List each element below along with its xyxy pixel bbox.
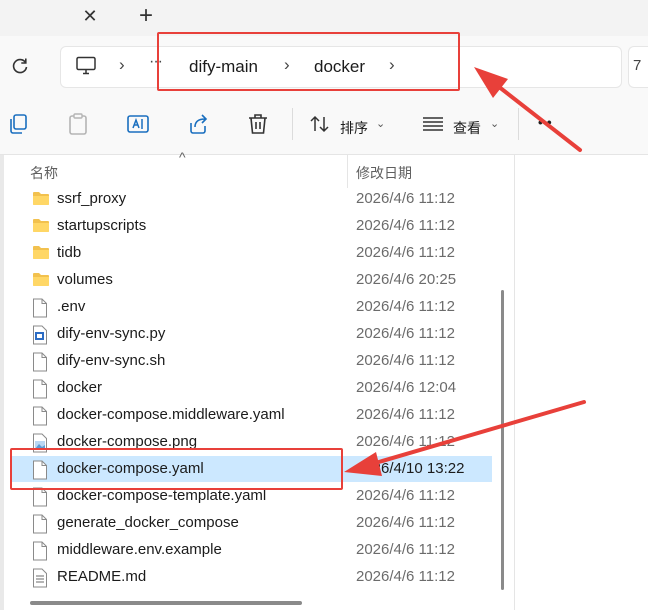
folder-icon: [32, 244, 50, 263]
file-modified-date: 2026/4/6 11:12: [356, 244, 455, 261]
file-icon: [32, 352, 50, 372]
file-modified-date: 2026/4/6 11:12: [356, 217, 455, 234]
search-box[interactable]: 7: [628, 46, 648, 88]
text-file-icon: [32, 568, 50, 588]
view-button[interactable]: 查看 ⌄: [418, 106, 504, 142]
view-list-icon: [423, 117, 443, 131]
file-modified-date: 2026/4/6 11:12: [356, 433, 455, 450]
file-row[interactable]: generate_docker_compose 2026/4/6 11:12: [10, 510, 492, 536]
tab-strip: ✕ +: [0, 0, 648, 36]
file-name: ssrf_proxy: [57, 190, 127, 207]
file-modified-date: 2026/4/6 11:12: [356, 190, 455, 207]
file-name: docker: [57, 379, 103, 396]
more-options-button[interactable]: • •: [538, 114, 552, 130]
rename-icon[interactable]: [125, 111, 151, 137]
file-modified-date: 2026/4/10 13:22: [356, 460, 465, 477]
file-row[interactable]: tidb 2026/4/6 11:12: [10, 240, 492, 266]
file-row[interactable]: README.md 2026/4/6 11:12: [10, 564, 492, 590]
column-divider[interactable]: [347, 155, 348, 188]
view-label: 查看: [453, 120, 481, 136]
file-modified-date: 2026/4/6 11:12: [356, 352, 455, 369]
vertical-scrollbar[interactable]: [501, 290, 504, 590]
file-row[interactable]: .env 2026/4/6 11:12: [10, 294, 492, 320]
file-icon: [32, 379, 50, 399]
annotation-box-file: [10, 448, 343, 490]
file-row[interactable]: dify-env-sync.py 2026/4/6 11:12: [10, 321, 492, 347]
chevron-down-icon: ⌄: [376, 118, 386, 130]
column-header-date[interactable]: 修改日期: [356, 163, 412, 183]
file-icon: [32, 406, 50, 426]
file-name: startupscripts: [57, 217, 147, 234]
horizontal-scrollbar[interactable]: [30, 601, 302, 605]
file-icon: [32, 514, 50, 534]
sort-ascending-icon: ^: [179, 149, 186, 165]
new-tab-button[interactable]: +: [132, 2, 160, 30]
file-name: middleware.env.example: [57, 541, 222, 558]
file-name: dify-env-sync.py: [57, 325, 166, 342]
folder-icon: [32, 217, 50, 236]
file-name: generate_docker_compose: [57, 514, 239, 531]
file-modified-date: 2026/4/6 11:12: [356, 325, 455, 342]
file-name: .env: [57, 298, 86, 315]
file-row[interactable]: volumes 2026/4/6 20:25: [10, 267, 492, 293]
file-icon: [32, 298, 50, 318]
file-modified-date: 2026/4/6 11:12: [356, 406, 455, 423]
file-modified-date: 2026/4/6 11:12: [356, 298, 455, 315]
file-modified-date: 2026/4/6 11:12: [356, 514, 455, 531]
file-list: 名称 ^ 修改日期 ssrf_proxy 2026/4/6 11:12 startu…: [4, 149, 494, 610]
file-modified-date: 2026/4/6 12:04: [356, 379, 457, 396]
share-icon[interactable]: [185, 111, 211, 137]
close-tab-icon[interactable]: ✕: [76, 2, 104, 30]
folder-icon: [32, 190, 50, 209]
file-row[interactable]: docker 2026/4/6 12:04: [10, 375, 492, 401]
file-name: volumes: [57, 271, 113, 288]
copy-icon[interactable]: [6, 111, 32, 137]
python-file-icon: [32, 325, 50, 345]
chevron-right-icon[interactable]: ›: [119, 55, 125, 75]
file-name: tidb: [57, 244, 82, 261]
folder-icon: [32, 271, 50, 290]
file-icon: [32, 541, 50, 561]
toolbar-separator: [518, 108, 519, 140]
column-header-name[interactable]: 名称: [30, 163, 58, 183]
file-row[interactable]: docker-compose.middleware.yaml 2026/4/6 1…: [10, 402, 492, 428]
refresh-icon[interactable]: [10, 56, 30, 76]
file-row[interactable]: middleware.env.example 2026/4/6 11:12: [10, 537, 492, 563]
details-pane: [514, 155, 648, 610]
file-modified-date: 2026/4/6 11:12: [356, 487, 455, 504]
file-modified-date: 2026/4/6 11:12: [356, 568, 455, 585]
toolbar-separator: [292, 108, 293, 140]
annotation-box-path: [157, 32, 460, 91]
delete-icon[interactable]: [245, 111, 271, 137]
file-row[interactable]: ssrf_proxy 2026/4/6 11:12: [10, 186, 492, 212]
sort-label: 排序: [340, 120, 368, 136]
search-box-partial-text: 7: [633, 57, 642, 74]
file-row[interactable]: startupscripts 2026/4/6 11:12: [10, 213, 492, 239]
file-name: docker-compose.middleware.yaml: [57, 406, 285, 423]
paste-icon[interactable]: [65, 111, 91, 137]
file-name: README.md: [57, 568, 147, 585]
sort-button[interactable]: 排序 ⌄: [306, 106, 392, 142]
file-row[interactable]: dify-env-sync.sh 2026/4/6 11:12: [10, 348, 492, 374]
file-name: dify-env-sync.sh: [57, 352, 166, 369]
this-pc-icon[interactable]: [75, 56, 97, 76]
chevron-down-icon: ⌄: [490, 118, 500, 130]
sort-icon: [310, 115, 329, 133]
file-modified-date: 2026/4/6 11:12: [356, 541, 455, 558]
file-modified-date: 2026/4/6 20:25: [356, 271, 457, 288]
command-bar: 排序 ⌄ 查看 ⌄ • •: [0, 94, 648, 155]
